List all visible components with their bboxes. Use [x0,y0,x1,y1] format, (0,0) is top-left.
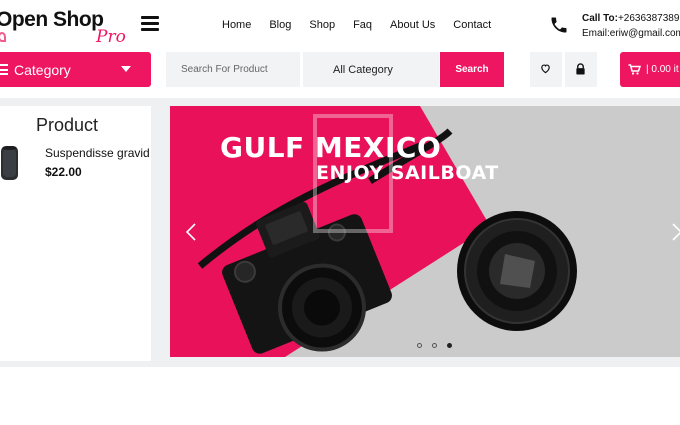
call-number[interactable]: +2636387389 [618,13,679,24]
nav-faq[interactable]: Faq [353,19,372,31]
lock-icon [576,63,585,75]
logo-mark-icon [0,32,6,42]
chevron-left-icon[interactable] [184,222,198,242]
heart-icon [541,64,550,74]
brand-name: Open Shop [0,8,104,31]
caret-down-icon [121,66,131,72]
contact-email[interactable]: Email:eriw@gmail.com [582,28,680,39]
slider-subline: ENJOY SAILBOAT [316,162,499,184]
sidebar-title: Product [36,115,99,135]
cart-total: | 0.00 it [646,64,679,75]
call-info: Call To:+2636387389 [582,13,679,24]
speaker-product-image[interactable] [0,145,20,181]
hamburger-icon[interactable] [141,16,159,32]
account-button[interactable] [565,52,597,87]
product-name[interactable]: Suspendisse gravid [45,146,150,160]
phone-icon [551,17,567,33]
search-button[interactable]: Search [440,52,504,87]
cart-button[interactable]: | 0.00 it [620,52,680,87]
nav-contact[interactable]: Contact [453,19,491,31]
slider-dot-1[interactable] [417,343,422,348]
call-label: Call To: [582,13,618,24]
main-nav: Home Blog Shop Faq About Us Contact [222,19,509,31]
product-sidebar: Product Suspendisse gravid $22.00 [0,106,151,361]
nav-about-us[interactable]: About Us [390,19,435,31]
nav-blog[interactable]: Blog [269,19,291,31]
product-price: $22.00 [45,165,82,179]
chevron-right-icon[interactable] [670,222,680,242]
nav-shop[interactable]: Shop [309,19,335,31]
slider-headline: GULF MEXICO [220,131,442,164]
search-input[interactable] [166,52,300,87]
list-icon [0,64,8,75]
brand-logo[interactable]: Open Shop Pro [0,8,136,47]
wishlist-button[interactable] [530,52,562,87]
hero-slider: GULF MEXICO ENJOY SAILBOAT [170,106,680,357]
slider-dot-2[interactable] [432,343,437,348]
category-select[interactable]: All Category [303,52,439,87]
category-button-label: Category [14,62,71,78]
cart-icon [628,64,641,75]
brand-tagline: Pro [96,27,126,47]
category-button[interactable]: Category [0,52,151,87]
slider-dot-3[interactable] [447,343,452,348]
nav-home[interactable]: Home [222,19,251,31]
